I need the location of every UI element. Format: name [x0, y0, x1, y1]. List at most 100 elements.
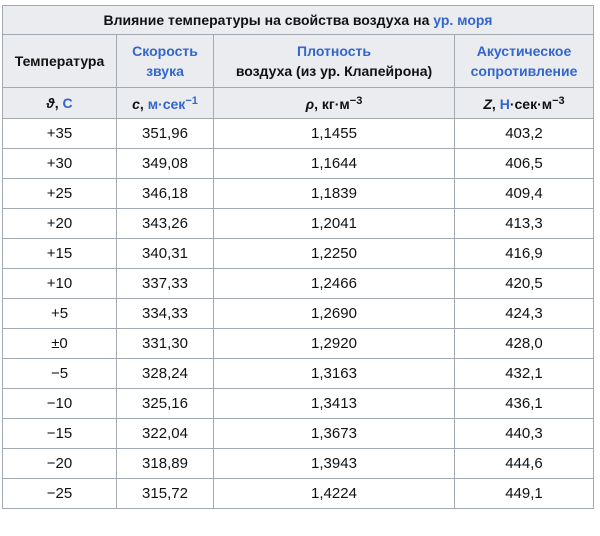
- cell-speed: 351,96: [116, 118, 214, 149]
- imp-sep: ,: [491, 95, 500, 112]
- impedance-line2: сопротивление: [470, 63, 578, 79]
- table-row: ±0 331,30 1,2920 428,0: [2, 328, 594, 359]
- density-symbol: ρ: [305, 95, 315, 112]
- unit-temperature: ϑ, C: [2, 87, 117, 119]
- speed-exp: −1: [185, 94, 198, 107]
- cell-impedance: 449,1: [454, 478, 594, 509]
- speed-line2: звука: [146, 63, 184, 79]
- cell-speed: 322,04: [116, 418, 214, 449]
- cell-impedance: 432,1: [454, 358, 594, 389]
- imp-exp: −3: [552, 94, 565, 107]
- cell-temperature: −25: [2, 478, 117, 509]
- table-row: +25 346,18 1,1839 409,4: [2, 178, 594, 209]
- cell-density: 1,1839: [213, 178, 455, 209]
- speed-unit-link[interactable]: м·сек−1: [147, 94, 198, 112]
- table-row: +15 340,31 1,2250 416,9: [2, 238, 594, 269]
- cell-density: 1,3413: [213, 388, 455, 419]
- speed-of-sound-link[interactable]: Скорость звука: [132, 43, 198, 79]
- temp-symbol: ϑ: [46, 95, 55, 111]
- acoustic-impedance-link[interactable]: Акустическое сопротивление: [471, 43, 578, 79]
- table-row: +35 351,96 1,1455 403,2: [2, 118, 594, 149]
- cell-density: 1,2466: [213, 268, 455, 299]
- cell-temperature: +5: [2, 298, 117, 329]
- table-row: −15 322,04 1,3673 440,3: [2, 418, 594, 449]
- unit-impedance: Z, Н·сек·м−3: [454, 87, 594, 119]
- cell-temperature: +10: [2, 268, 117, 299]
- cell-temperature: +15: [2, 238, 117, 269]
- cell-density: 1,3943: [213, 448, 455, 479]
- cell-speed: 337,33: [116, 268, 214, 299]
- cell-speed: 328,24: [116, 358, 214, 389]
- sea-level-link[interactable]: ур. моря: [433, 12, 492, 28]
- table-row: −20 318,89 1,3943 444,6: [2, 448, 594, 479]
- table-row: +10 337,33 1,2466 420,5: [2, 268, 594, 299]
- cell-temperature: +20: [2, 208, 117, 239]
- cell-speed: 343,26: [116, 208, 214, 239]
- density-link[interactable]: Плотность: [297, 43, 371, 59]
- cell-impedance: 440,3: [454, 418, 594, 449]
- cell-speed: 325,16: [116, 388, 214, 419]
- cell-density: 1,2690: [213, 298, 455, 329]
- header-row: Температура Скорость звука Плотность возду…: [2, 34, 594, 88]
- cell-impedance: 436,1: [454, 388, 594, 419]
- cell-impedance: 428,0: [454, 328, 594, 359]
- cell-speed: 315,72: [116, 478, 214, 509]
- cell-impedance: 420,5: [454, 268, 594, 299]
- table-row: +5 334,33 1,2690 424,3: [2, 298, 594, 329]
- table-row: +30 349,08 1,1644 406,5: [2, 148, 594, 179]
- density-exp: −3: [349, 94, 363, 107]
- imp-symbol: Z: [483, 95, 492, 112]
- table-row: +20 343,26 1,2041 413,3: [2, 208, 594, 239]
- header-temperature: Температура: [2, 34, 117, 88]
- newton-link[interactable]: Н: [500, 96, 510, 112]
- speed-unit: м·сек: [147, 95, 186, 112]
- cell-density: 1,1644: [213, 148, 455, 179]
- cell-temperature: −15: [2, 418, 117, 449]
- impedance-line1: Акустическое: [476, 43, 572, 59]
- cell-temperature: +30: [2, 148, 117, 179]
- cell-density: 1,2920: [213, 328, 455, 359]
- caption-row: Влияние температуры на свойства воздуха …: [2, 5, 594, 35]
- header-speed: Скорость звука: [116, 34, 214, 88]
- cell-speed: 340,31: [116, 238, 214, 269]
- air-properties-table: Влияние температуры на свойства воздуха …: [2, 5, 594, 509]
- cell-density: 1,3163: [213, 358, 455, 389]
- cell-impedance: 416,9: [454, 238, 594, 269]
- cell-speed: 334,33: [116, 298, 214, 329]
- cell-temperature: −5: [2, 358, 117, 389]
- header-temperature-label: Температура: [14, 53, 105, 69]
- cell-impedance: 406,5: [454, 148, 594, 179]
- cell-speed: 346,18: [116, 178, 214, 209]
- air-properties-table-wrapper: Влияние температуры на свойства воздуха …: [2, 5, 594, 509]
- table-caption: Влияние температуры на свойства воздуха …: [2, 5, 594, 35]
- cell-density: 1,2250: [213, 238, 455, 269]
- cell-temperature: ±0: [2, 328, 117, 359]
- cell-density: 1,1455: [213, 118, 455, 149]
- table-row: −5 328,24 1,3163 432,1: [2, 358, 594, 389]
- cell-impedance: 409,4: [454, 178, 594, 209]
- table-row: −25 315,72 1,4224 449,1: [2, 478, 594, 509]
- cell-speed: 318,89: [116, 448, 214, 479]
- cell-density: 1,3673: [213, 418, 455, 449]
- cell-temperature: −20: [2, 448, 117, 479]
- speed-symbol: c: [132, 95, 140, 112]
- cell-temperature: +25: [2, 178, 117, 209]
- cell-temperature: −10: [2, 388, 117, 419]
- cell-impedance: 403,2: [454, 118, 594, 149]
- cell-density: 1,2041: [213, 208, 455, 239]
- cell-density: 1,4224: [213, 478, 455, 509]
- caption-text: Влияние температуры на свойства воздуха …: [103, 12, 434, 28]
- celsius-link[interactable]: C: [62, 95, 72, 111]
- cell-impedance: 413,3: [454, 208, 594, 239]
- imp-unit-rest: ·сек·м: [509, 95, 553, 112]
- table-row: −10 325,16 1,3413 436,1: [2, 388, 594, 419]
- cell-impedance: 424,3: [454, 298, 594, 329]
- unit-speed: c, м·сек−1: [116, 87, 214, 119]
- cell-temperature: +35: [2, 118, 117, 149]
- header-impedance: Акустическое сопротивление: [454, 34, 594, 88]
- density-line2: воздуха (из ур. Клапейрона): [235, 63, 433, 79]
- cell-impedance: 444,6: [454, 448, 594, 479]
- unit-density: ρ, кг·м−3: [213, 87, 455, 119]
- cell-speed: 331,30: [116, 328, 214, 359]
- table-body: +35 351,96 1,1455 403,2 +30 349,08 1,1644 406,5…: [2, 118, 594, 509]
